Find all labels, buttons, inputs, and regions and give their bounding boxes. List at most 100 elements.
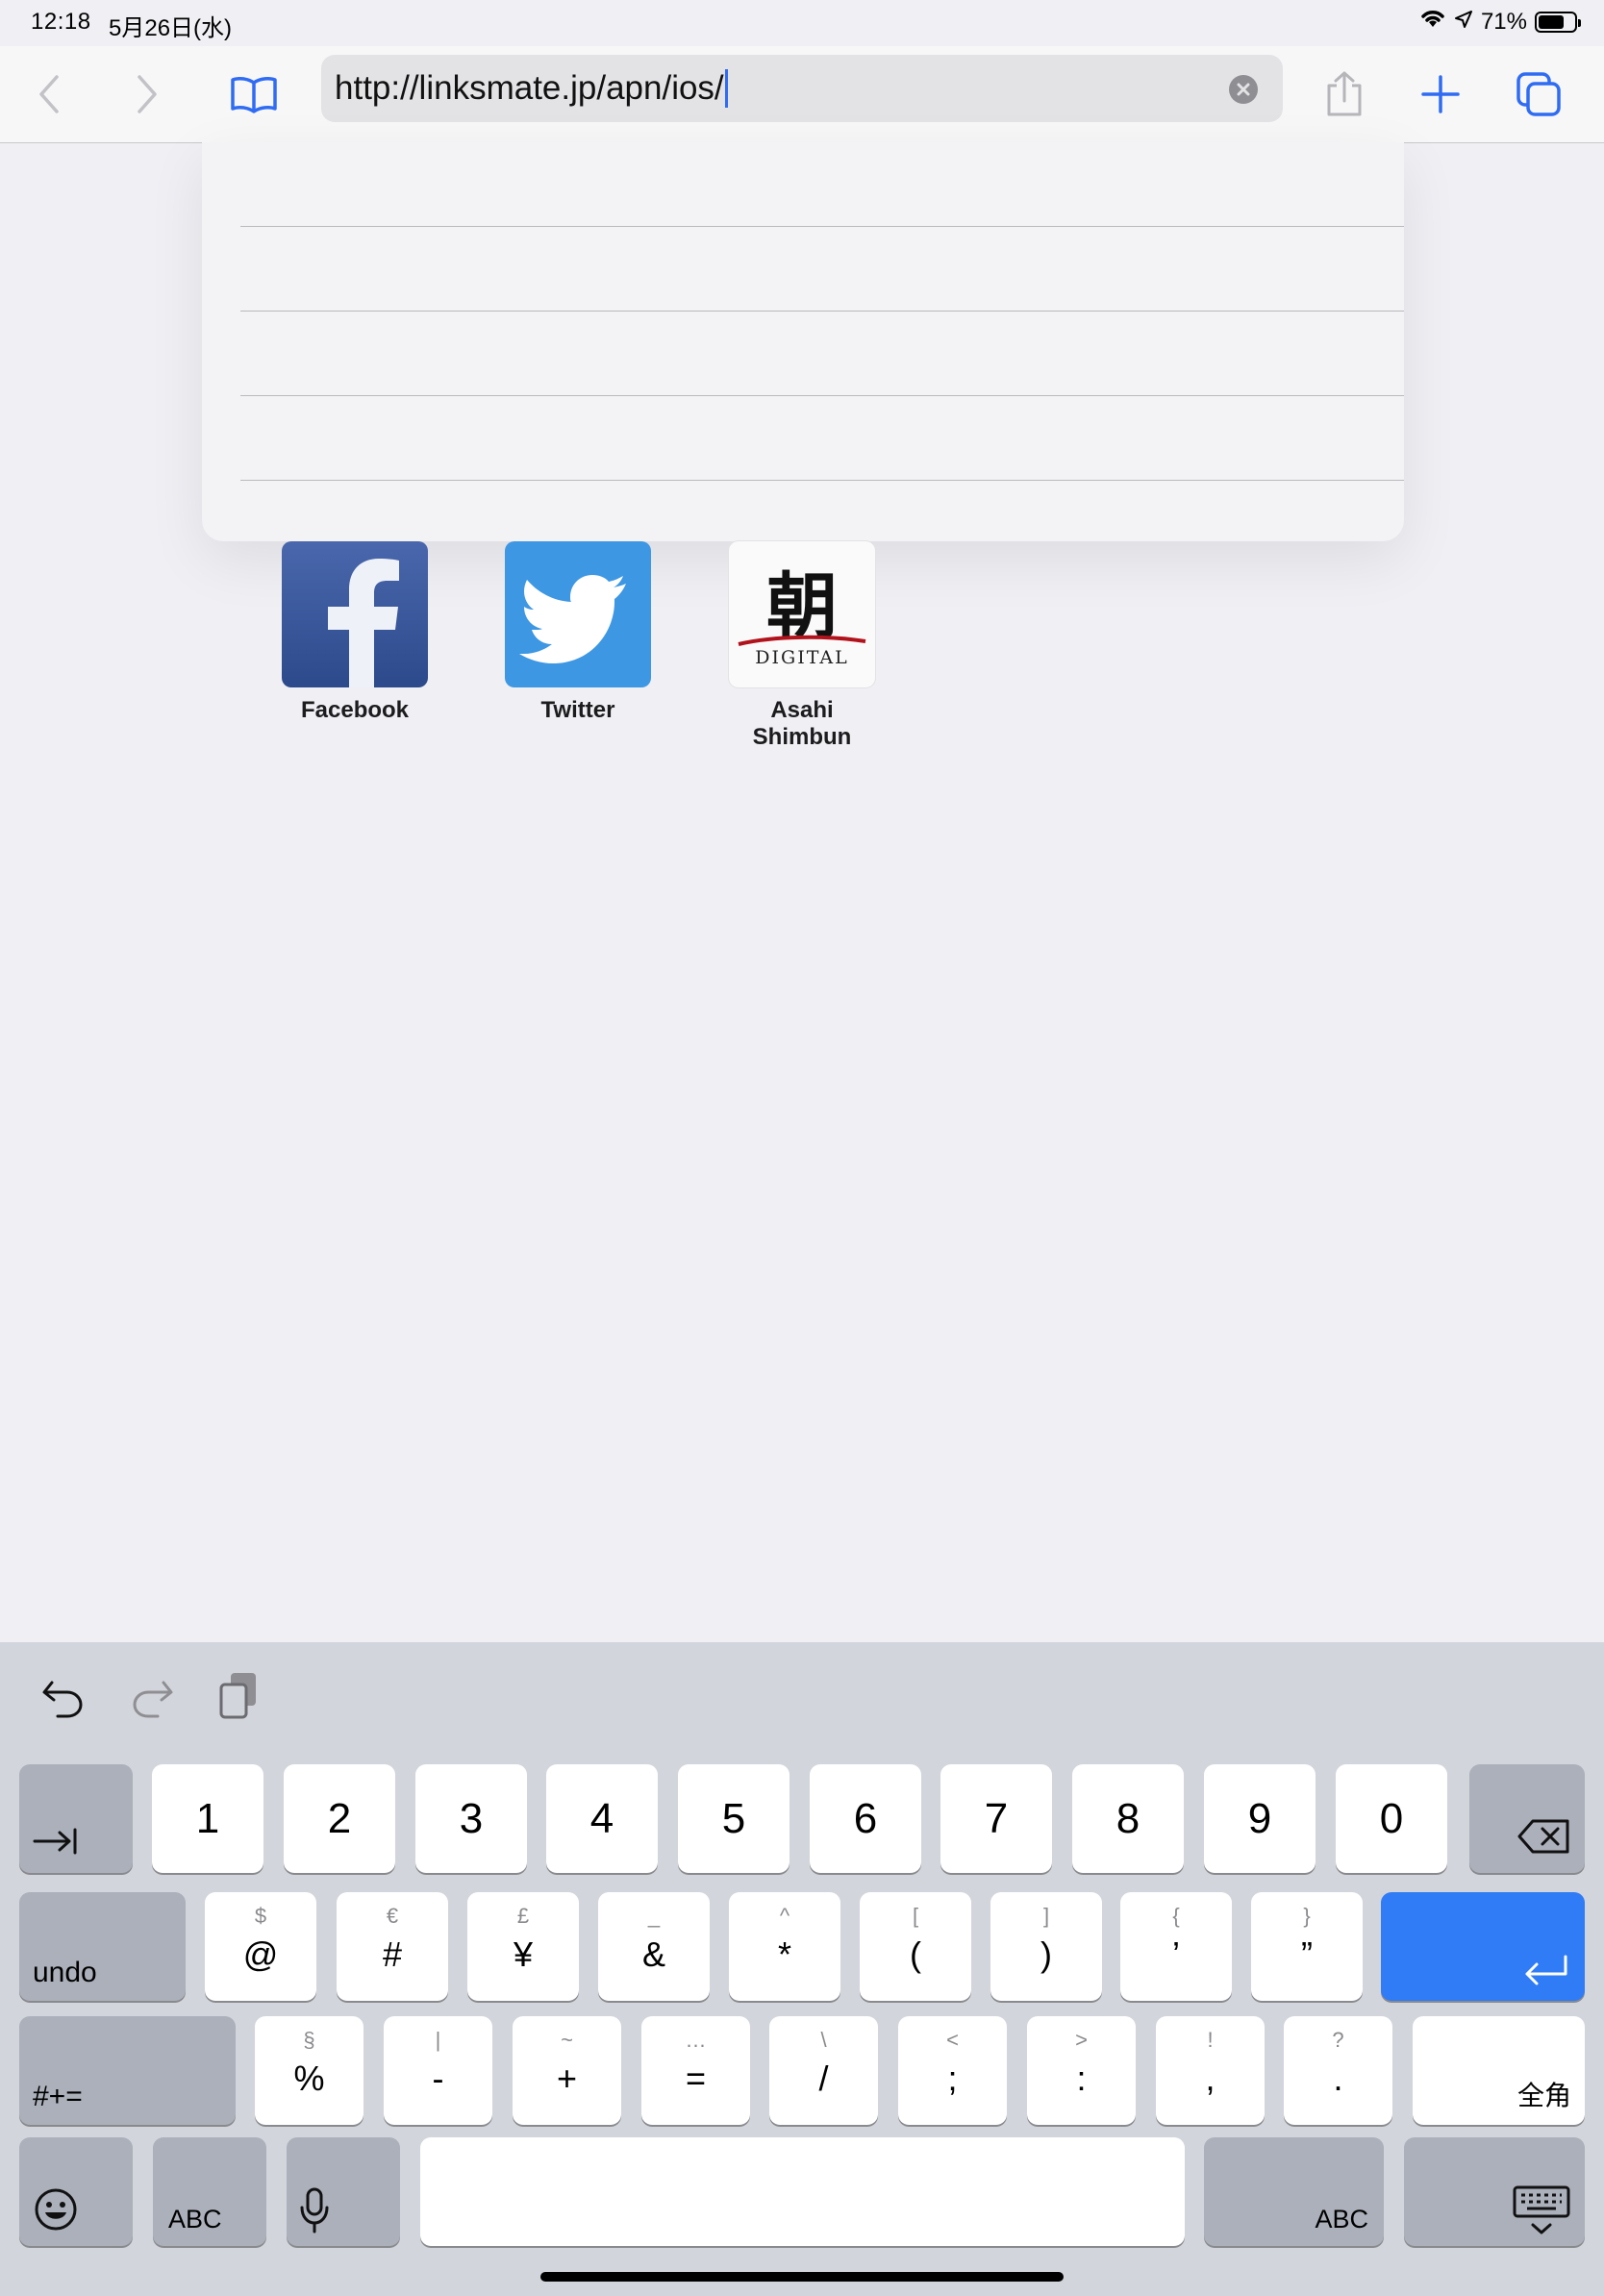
key-secondary-label: | xyxy=(435,2028,441,2052)
twitter-icon xyxy=(505,541,651,687)
digit-key-4[interactable]: 4 xyxy=(546,1764,658,1873)
key-secondary-label: ^ xyxy=(779,1904,790,1928)
key-label: #+= xyxy=(33,2081,83,2112)
battery-percent: 71% xyxy=(1480,8,1527,35)
symbol-key[interactable]: ?. xyxy=(1284,2016,1392,2125)
paste-icon[interactable] xyxy=(217,1669,262,1726)
url-input[interactable]: http://linksmate.jp/apn/ios/ xyxy=(335,69,724,108)
digit-key-9[interactable]: 9 xyxy=(1204,1764,1316,1873)
favorite-facebook[interactable]: Facebook xyxy=(282,541,428,724)
hide-keyboard-key[interactable] xyxy=(1404,2137,1585,2246)
key-secondary-label: _ xyxy=(647,1904,661,1928)
key-secondary-label: \ xyxy=(820,2028,827,2052)
status-time: 12:18 xyxy=(31,9,91,35)
full-width-key[interactable]: 全角 xyxy=(1413,2016,1585,2125)
undo-key[interactable]: undo xyxy=(19,1892,186,2001)
status-date: 5月26日(水) xyxy=(109,15,233,41)
symbol-key[interactable]: _ & xyxy=(598,1892,710,2001)
key-secondary-label: < xyxy=(946,2028,959,2052)
symbol-key[interactable]: !, xyxy=(1156,2016,1265,2125)
symbol-key[interactable]: ~ + xyxy=(513,2016,621,2125)
key-secondary-label: $ xyxy=(254,1904,267,1928)
key-label: 7 xyxy=(984,1795,1009,1842)
digit-key-8[interactable]: 8 xyxy=(1072,1764,1184,1873)
forward-icon[interactable] xyxy=(117,65,175,123)
key-secondary-label: { xyxy=(1172,1904,1180,1928)
suggestion-divider xyxy=(240,395,1404,396)
redo-icon[interactable] xyxy=(131,1677,175,1724)
key-label: / xyxy=(818,2059,829,2098)
key-label: & xyxy=(641,1934,665,1974)
symbol-key[interactable]: £ ¥ xyxy=(467,1892,579,2001)
bookmarks-icon[interactable] xyxy=(225,65,283,123)
key-secondary-label: … xyxy=(685,2028,707,2052)
symbol-key[interactable]: ]) xyxy=(990,1892,1102,2001)
more-symbols-key[interactable]: #+= xyxy=(19,2016,236,2125)
dictation-key[interactable] xyxy=(287,2137,400,2246)
key-label: 0 xyxy=(1379,1795,1404,1842)
status-bar: 12:18 5月26日(水) 71% xyxy=(0,0,1604,46)
abc-key-right[interactable]: ABC xyxy=(1204,2137,1384,2246)
symbol-key[interactable]: §% xyxy=(255,2016,363,2125)
key-label: ABC xyxy=(168,2205,222,2234)
symbol-key[interactable]: >: xyxy=(1027,2016,1136,2125)
keyboard-shortcut-bar xyxy=(0,1642,1604,1753)
key-label: = xyxy=(685,2059,707,2098)
digit-key-1[interactable]: 1 xyxy=(152,1764,263,1873)
abc-key-left[interactable]: ABC xyxy=(153,2137,266,2246)
clear-icon[interactable] xyxy=(1229,75,1258,104)
key-label: ABC xyxy=(1315,2205,1368,2234)
favorite-twitter[interactable]: Twitter xyxy=(505,541,651,724)
key-label: 6 xyxy=(853,1795,878,1842)
delete-key[interactable] xyxy=(1469,1764,1585,1873)
symbol-key[interactable]: ^ * xyxy=(729,1892,840,2001)
digit-key-3[interactable]: 3 xyxy=(415,1764,527,1873)
share-icon[interactable] xyxy=(1316,65,1373,123)
symbol-key[interactable]: <; xyxy=(898,2016,1007,2125)
favorite-label: Twitter xyxy=(540,697,615,723)
digit-key-5[interactable]: 5 xyxy=(678,1764,789,1873)
symbol-key[interactable]: $ @ xyxy=(205,1892,316,2001)
digit-key-6[interactable]: 6 xyxy=(810,1764,921,1873)
address-bar[interactable]: http://linksmate.jp/apn/ios/ xyxy=(321,55,1283,122)
key-secondary-label: } xyxy=(1303,1904,1311,1928)
symbol-key[interactable]: [( xyxy=(860,1892,971,2001)
digit-key-0[interactable]: 0 xyxy=(1336,1764,1447,1873)
emoji-icon xyxy=(35,2188,77,2231)
symbol-key[interactable]: | - xyxy=(384,2016,492,2125)
digit-key-7[interactable]: 7 xyxy=(940,1764,1052,1873)
key-label: 8 xyxy=(1115,1795,1140,1842)
digit-key-2[interactable]: 2 xyxy=(284,1764,395,1873)
symbol-key[interactable]: … = xyxy=(641,2016,750,2125)
new-tab-icon[interactable] xyxy=(1412,65,1469,123)
symbol-key[interactable]: € # xyxy=(337,1892,448,2001)
key-label: ( xyxy=(910,1934,921,1974)
key-label: * xyxy=(777,1934,791,1974)
key-label: ; xyxy=(947,2059,958,2098)
tabs-icon[interactable] xyxy=(1510,65,1567,123)
emoji-key[interactable] xyxy=(19,2137,133,2246)
key-label: ¥ xyxy=(513,1934,534,1974)
symbol-key[interactable]: }” xyxy=(1251,1892,1363,2001)
key-secondary-label: ? xyxy=(1332,2028,1344,2052)
keyboard: 1234567890 undo $ @ € # £ ¥ _ & ^ *[(]){’}” #+= §… xyxy=(0,1642,1604,2296)
return-icon xyxy=(1525,1955,1567,1985)
suggestion-divider xyxy=(240,226,1404,227)
key-label: ’ xyxy=(1172,1934,1180,1974)
home-indicator xyxy=(540,2272,1064,2282)
symbol-key[interactable]: {’ xyxy=(1120,1892,1232,2001)
key-label: % xyxy=(293,2059,325,2098)
space-key[interactable] xyxy=(420,2137,1185,2246)
undo-icon[interactable] xyxy=(40,1677,85,1724)
return-key[interactable] xyxy=(1381,1892,1585,2001)
favorite-asahi-shimbun[interactable]: 朝 DIGITAL Asahi Shimbun xyxy=(729,541,875,751)
symbol-key[interactable]: \ / xyxy=(769,2016,878,2125)
key-secondary-label: € xyxy=(386,1904,399,1928)
tab-key[interactable] xyxy=(19,1764,133,1873)
battery-icon xyxy=(1535,11,1581,33)
key-label: 3 xyxy=(459,1795,484,1842)
back-icon[interactable] xyxy=(21,65,79,123)
key-label: 2 xyxy=(327,1795,352,1842)
status-right: 71% xyxy=(1419,8,1581,36)
url-suggestions-panel xyxy=(202,142,1404,541)
